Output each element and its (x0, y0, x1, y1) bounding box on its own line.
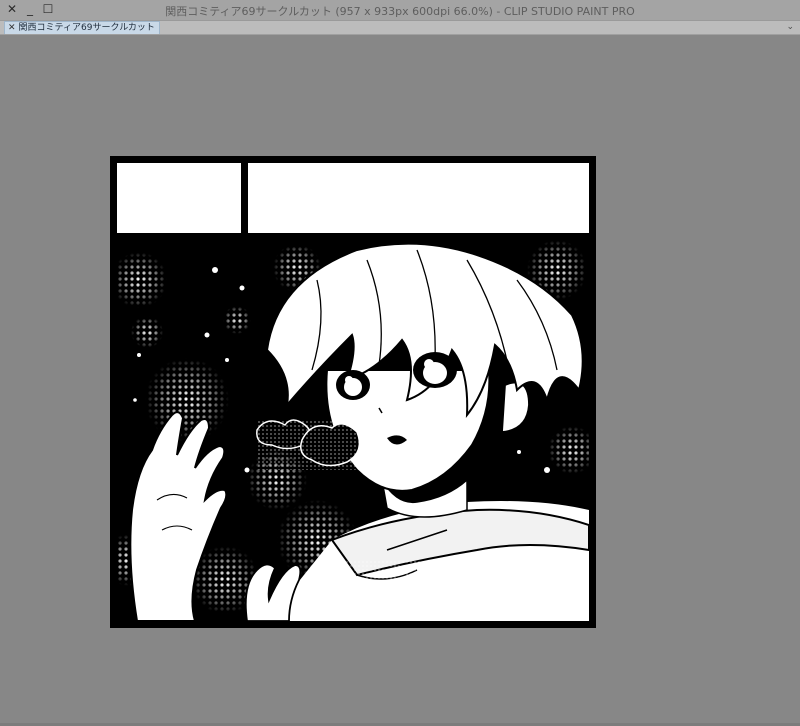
illustration (117, 240, 589, 621)
window-title: 関西コミティア69サークルカット (957 x 933px 600dpi 66.… (165, 5, 635, 18)
illustration-panel[interactable] (117, 240, 589, 621)
canvas-area[interactable] (3, 35, 795, 723)
app-window: ✕ _ ☐ 関西コミティア69サークルカット (957 x 933px 600d… (0, 0, 800, 726)
circle-space-panel[interactable] (117, 163, 241, 233)
document-tab-bar: ✕ 関西コミティア69サークルカット ⌄ (0, 21, 800, 35)
tab-menu-chevron-icon[interactable]: ⌄ (786, 22, 794, 32)
tab-close-icon[interactable]: ✕ (8, 23, 16, 33)
document-tab[interactable]: ✕ 関西コミティア69サークルカット (4, 21, 160, 34)
circle-cut-canvas[interactable] (110, 156, 596, 628)
tab-label: 関西コミティア69サークルカット (18, 22, 155, 33)
title-bar: ✕ _ ☐ 関西コミティア69サークルカット (957 x 933px 600d… (0, 0, 800, 21)
circle-name-panel[interactable] (248, 163, 589, 233)
